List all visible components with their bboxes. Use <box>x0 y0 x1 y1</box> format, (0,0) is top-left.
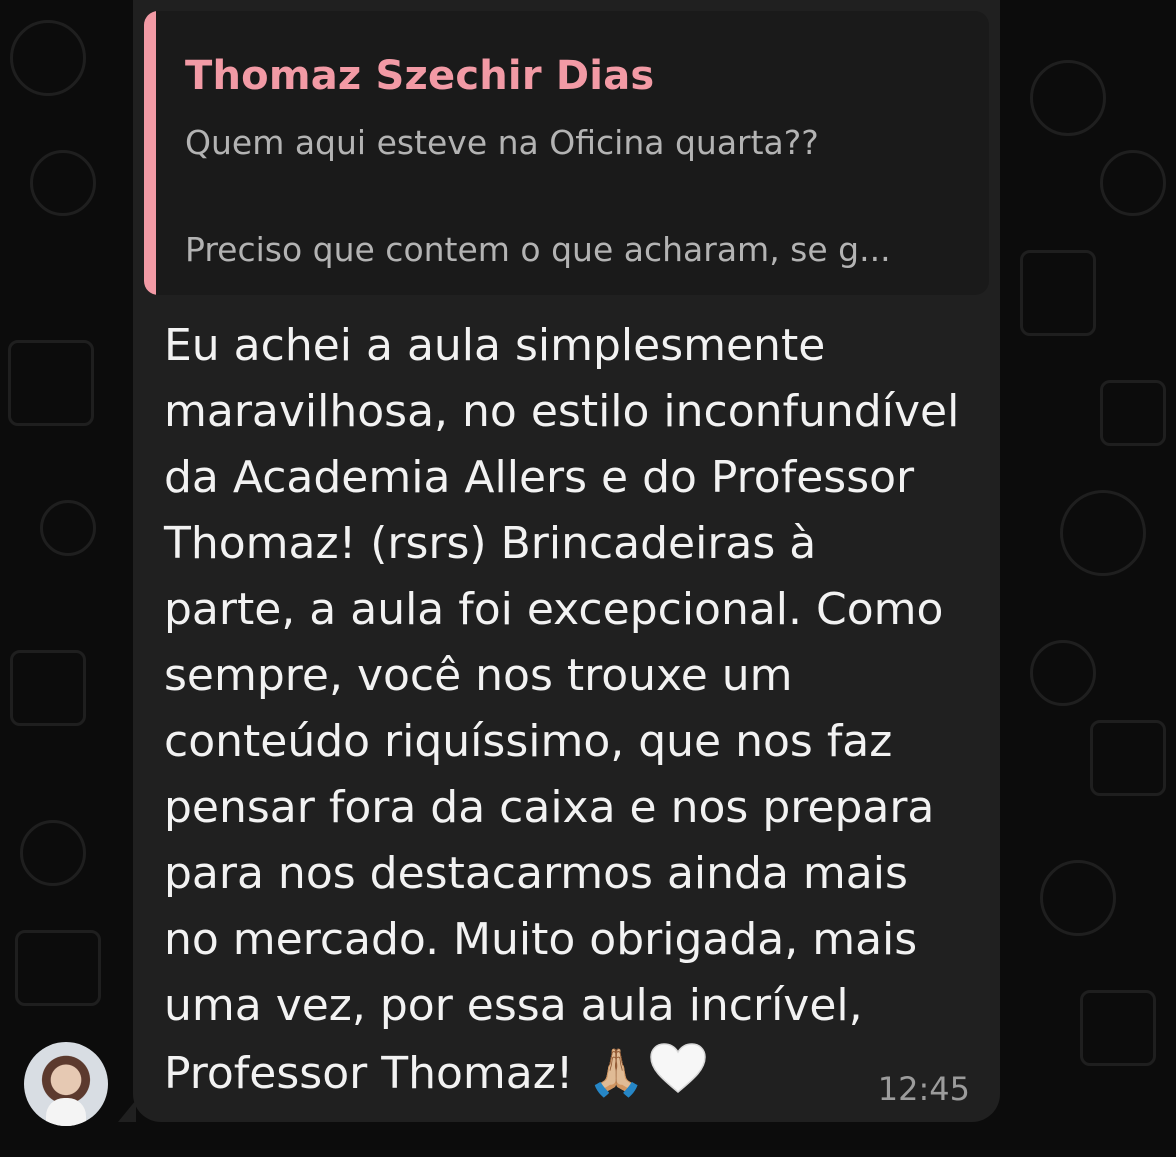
doodle-icon <box>1060 490 1146 576</box>
doodle-icon <box>15 930 101 1006</box>
doodle-icon <box>10 20 86 96</box>
message-bubble[interactable]: Thomaz Szechir Dias Quem aqui esteve na … <box>133 0 1000 1122</box>
message-line: uma vez, por essa aula incrível, <box>164 980 863 1031</box>
message-line: no mercado. Muito obrigada, mais <box>164 914 918 965</box>
doodle-icon <box>1090 720 1166 796</box>
quoted-text-line-2: Preciso que contem o que acharam, se g..… <box>185 230 891 269</box>
message-text: Eu achei a aula simplesmente maravilhosa… <box>164 313 984 1107</box>
doodle-icon <box>1030 60 1106 136</box>
message-line: conteúdo riquíssimo, que nos faz <box>164 716 893 767</box>
message-line: sempre, você nos trouxe um <box>164 650 793 701</box>
doodle-icon <box>40 500 96 556</box>
quoted-text-line-1: Quem aqui esteve na Oficina quarta?? <box>185 123 819 162</box>
doodle-icon <box>30 150 96 216</box>
message-line: para nos destacarmos ainda mais <box>164 848 908 899</box>
message-line: da Academia Allers e do Professor <box>164 452 915 503</box>
doodle-icon <box>1040 860 1116 936</box>
doodle-icon <box>20 820 86 886</box>
doodle-icon <box>1080 990 1156 1066</box>
doodle-icon <box>8 340 94 426</box>
message-timestamp: 12:45 <box>877 1070 970 1108</box>
message-line: parte, a aula foi excepcional. Como <box>164 584 944 635</box>
quoted-author: Thomaz Szechir Dias <box>185 53 655 99</box>
white-heart-icon <box>649 1042 707 1094</box>
message-last-line: Professor Thomaz! 🙏🏼 <box>164 1039 984 1107</box>
message-line: Professor Thomaz! <box>164 1048 574 1099</box>
message-line: pensar fora da caixa e nos prepara <box>164 782 935 833</box>
quote-accent-bar <box>144 11 156 295</box>
doodle-icon <box>1020 250 1096 336</box>
message-line: Thomaz! (rsrs) Brincadeiras à <box>164 518 817 569</box>
avatar[interactable] <box>24 1042 108 1126</box>
doodle-icon <box>10 650 86 726</box>
message-line: Eu achei a aula simplesmente <box>164 320 826 371</box>
bubble-tail <box>118 1100 136 1122</box>
quoted-message[interactable]: Thomaz Szechir Dias Quem aqui esteve na … <box>144 11 989 295</box>
doodle-icon <box>1100 380 1166 446</box>
message-line: maravilhosa, no estilo inconfundível <box>164 386 960 437</box>
praying-hands-emoji: 🙏🏼 <box>587 1045 645 1099</box>
doodle-icon <box>1030 640 1096 706</box>
doodle-icon <box>1100 150 1166 216</box>
